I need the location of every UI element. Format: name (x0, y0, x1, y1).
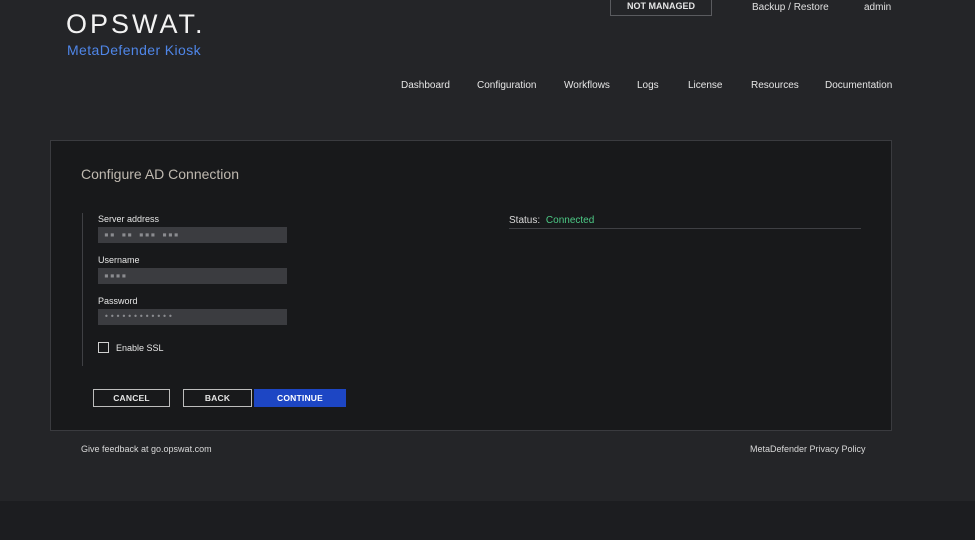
nav-workflows[interactable]: Workflows (564, 80, 610, 91)
configure-ad-panel: Configure AD Connection Server address ▪… (50, 140, 892, 431)
ad-connection-form: Server address ▪▪ ▪▪ ▪▪▪ ▪▪▪ Username ▪▪… (82, 213, 287, 366)
nav-license[interactable]: License (688, 80, 722, 91)
opswat-logo: OPSWAT. (66, 9, 206, 39)
backup-restore-link[interactable]: Backup / Restore (752, 2, 829, 13)
back-button[interactable]: BACK (183, 389, 252, 407)
password-label: Password (98, 296, 138, 306)
nav-resources[interactable]: Resources (751, 80, 799, 91)
continue-button[interactable]: CONTINUE (254, 389, 346, 407)
status-label: Status: (509, 215, 541, 226)
feedback-link[interactable]: Give feedback at go.opswat.com (81, 444, 212, 454)
nav-dashboard[interactable]: Dashboard (401, 80, 450, 91)
brand[interactable]: OPSWAT. MetaDefender Kiosk (66, 10, 206, 58)
connection-status: Status: Connected (509, 215, 861, 229)
nav-configuration[interactable]: Configuration (477, 80, 536, 91)
server-address-input[interactable]: ▪▪ ▪▪ ▪▪▪ ▪▪▪ (98, 227, 287, 243)
cancel-button[interactable]: CANCEL (93, 389, 170, 407)
password-input[interactable]: •••••••••••• (98, 309, 287, 325)
enable-ssl-row[interactable]: Enable SSL (98, 342, 164, 353)
nav-documentation[interactable]: Documentation (825, 80, 892, 91)
enable-ssl-label: Enable SSL (116, 343, 164, 353)
enable-ssl-checkbox[interactable] (98, 342, 109, 353)
nav-logs[interactable]: Logs (637, 80, 659, 91)
user-menu[interactable]: admin (864, 2, 891, 13)
panel-title: Configure AD Connection (81, 166, 239, 182)
privacy-policy-link[interactable]: MetaDefender Privacy Policy (750, 444, 866, 454)
not-managed-badge[interactable]: NOT MANAGED (610, 0, 712, 16)
username-input[interactable]: ▪▪▪▪ (98, 268, 287, 284)
product-name: MetaDefender Kiosk (67, 42, 202, 58)
status-value: Connected (545, 215, 595, 226)
app-window: OPSWAT. MetaDefender Kiosk NOT MANAGED B… (0, 0, 975, 501)
username-label: Username (98, 255, 140, 265)
server-address-label: Server address (98, 214, 160, 224)
